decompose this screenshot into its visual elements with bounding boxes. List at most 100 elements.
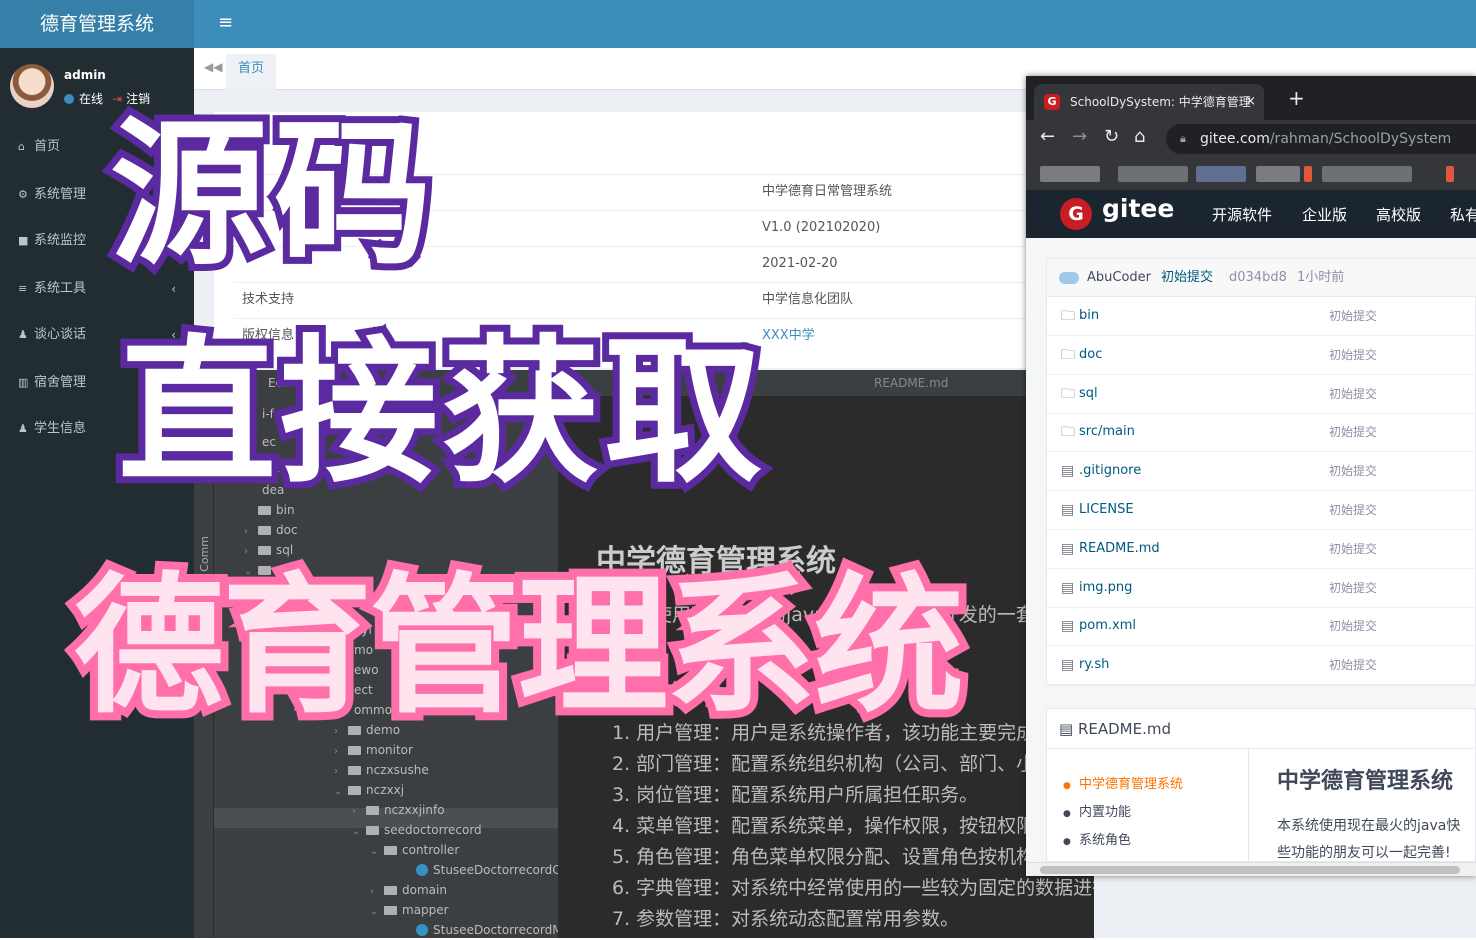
gitee-logo-icon[interactable]: G	[1060, 198, 1092, 230]
file-row[interactable]: 🗀︎ sql 初始提交	[1047, 375, 1476, 414]
browser-tabstrip: G SchoolDySystem: 中学德育管理 × +	[1026, 76, 1476, 120]
nav-education[interactable]: 高校版	[1376, 204, 1421, 225]
online-dot-icon	[64, 94, 74, 104]
nav-opensource[interactable]: 开源软件	[1212, 204, 1272, 225]
file-commit-message[interactable]: 初始提交	[1329, 607, 1377, 645]
tree-node-label: mapper	[402, 903, 449, 917]
commit-hash[interactable]: d034bd8	[1229, 259, 1287, 297]
chevron-icon[interactable]: ⌄	[370, 902, 384, 922]
file-commit-message[interactable]: 初始提交	[1329, 452, 1377, 490]
back-icon[interactable]: ←	[1040, 126, 1055, 147]
tree-node[interactable]: ⌄ controller	[370, 840, 459, 860]
bookmark-item[interactable]	[1322, 166, 1412, 182]
folder-icon	[258, 526, 271, 535]
tree-node[interactable]: ⌄ mapper	[370, 900, 449, 920]
file-commit-message[interactable]: 初始提交	[1329, 569, 1377, 607]
forward-icon[interactable]: →	[1072, 126, 1087, 147]
file-commit-message[interactable]: 初始提交	[1329, 530, 1377, 568]
file-row[interactable]: 🗀︎ src/main 初始提交	[1047, 413, 1476, 453]
sidebar-item-label: 谈心谈话	[34, 327, 87, 342]
chevron-icon[interactable]: ›	[370, 882, 384, 902]
tree-node-label: monitor	[366, 743, 413, 757]
readme-file-title-label: README.md	[1077, 720, 1171, 738]
chevron-icon[interactable]: ›	[334, 742, 348, 762]
reload-icon[interactable]: ↻	[1104, 126, 1119, 147]
file-name-link[interactable]: bin	[1079, 297, 1099, 335]
bookmark-item[interactable]	[1040, 166, 1100, 182]
file-commit-message[interactable]: 初始提交	[1329, 375, 1377, 413]
tree-node[interactable]: ⌄ seedoctorrecord	[352, 820, 482, 840]
readme-feature-item: 3. 岗位管理：配置系统用户所属担任职务。	[612, 784, 979, 806]
horizontal-scrollbar[interactable]	[1026, 862, 1476, 876]
chevron-icon[interactable]: ⌄	[352, 822, 366, 842]
chevron-icon[interactable]: ›	[244, 542, 258, 562]
sidebar-toggle-icon[interactable]: ≡	[218, 12, 233, 33]
tree-node[interactable]: › sql	[244, 540, 293, 560]
nav-private[interactable]: 私有	[1450, 204, 1476, 225]
file-name-link[interactable]: img.png	[1079, 569, 1132, 607]
readme-render-body: 本系统使用现在最火的java快 些功能的朋友可以一起完善!	[1277, 813, 1476, 867]
chevron-icon[interactable]: ⌄	[370, 842, 384, 862]
file-commit-message[interactable]: 初始提交	[1329, 336, 1377, 374]
toc-item[interactable]: ● 系统角色	[1063, 829, 1131, 848]
browser-tab[interactable]: G SchoolDySystem: 中学德育管理 ×	[1034, 84, 1264, 120]
file-name-link[interactable]: sql	[1079, 375, 1098, 413]
folder-icon	[348, 786, 361, 795]
bookmark-item[interactable]	[1304, 166, 1312, 182]
nav-enterprise[interactable]: 企业版	[1302, 204, 1347, 225]
new-tab-icon[interactable]: +	[1288, 86, 1305, 110]
file-name-link[interactable]: pom.xml	[1079, 607, 1136, 645]
file-commit-message[interactable]: 初始提交	[1329, 646, 1377, 684]
file-name-link[interactable]: LICENSE	[1079, 491, 1134, 529]
toc-item[interactable]: ● 中学德育管理系统	[1063, 773, 1183, 792]
chevron-icon[interactable]: ›	[352, 802, 366, 822]
bookmark-item[interactable]	[1256, 166, 1300, 182]
toc-item[interactable]: ● 内置功能	[1063, 801, 1131, 820]
tree-node[interactable]: StuseeDoctorrecordCon	[402, 860, 576, 880]
user-status-label: 在线	[79, 92, 104, 106]
app-logo-title[interactable]: 德育管理系统	[0, 0, 194, 48]
file-row[interactable]: ▤ pom.xml 初始提交	[1047, 607, 1476, 647]
address-bar[interactable]: 🔒︎ gitee.com/rahman/SchoolDySystem	[1166, 124, 1476, 154]
file-row[interactable]: ▤ .gitignore 初始提交	[1047, 452, 1476, 492]
bookmark-item[interactable]	[1196, 166, 1246, 182]
toc-item-label: 系统角色	[1079, 833, 1132, 848]
file-name-link[interactable]: ry.sh	[1079, 646, 1109, 684]
file-row[interactable]: ▤ README.md 初始提交	[1047, 530, 1476, 569]
info-value[interactable]: XXX中学	[762, 319, 815, 353]
file-name-link[interactable]: .gitignore	[1079, 452, 1141, 490]
file-name-link[interactable]: src/main	[1079, 413, 1135, 451]
file-row[interactable]: ▤ img.png 初始提交	[1047, 569, 1476, 608]
file-name-link[interactable]: README.md	[1079, 530, 1160, 568]
sidebar-item-label: 系统管理	[34, 187, 87, 202]
file-row[interactable]: 🗀︎ doc 初始提交	[1047, 336, 1476, 375]
chevron-icon[interactable]: ›	[334, 762, 348, 782]
bookmark-item[interactable]	[1118, 166, 1188, 182]
tab-home[interactable]: 首页	[226, 54, 277, 90]
tree-node[interactable]: › nczxxjinfo	[352, 800, 445, 820]
bookmark-item[interactable]	[1446, 166, 1454, 182]
tree-node[interactable]: › nczxsushe	[334, 760, 429, 780]
file-commit-message[interactable]: 初始提交	[1329, 413, 1377, 451]
file-row[interactable]: ▤ ry.sh 初始提交	[1047, 646, 1476, 686]
file-commit-message[interactable]: 初始提交	[1329, 297, 1377, 335]
file-name-link[interactable]: doc	[1079, 336, 1102, 374]
close-tab-icon[interactable]: ×	[1245, 84, 1256, 120]
chevron-icon[interactable]: ›	[244, 522, 258, 542]
scrollbar-thumb[interactable]	[1040, 866, 1460, 874]
tree-node[interactable]: ⌄ nczxxj	[334, 780, 404, 800]
tree-node[interactable]: › doc	[244, 520, 298, 540]
tree-node[interactable]: › monitor	[334, 740, 413, 760]
tree-node[interactable]: › domain	[370, 880, 447, 900]
home-icon[interactable]: ⌂	[1134, 126, 1145, 147]
chevron-icon[interactable]: ⌄	[334, 782, 348, 802]
file-row[interactable]: 🗀︎ bin 初始提交	[1047, 297, 1476, 336]
file-row[interactable]: ▤ LICENSE 初始提交	[1047, 491, 1476, 530]
file-commit-message[interactable]: 初始提交	[1329, 491, 1377, 529]
tree-node[interactable]: StuseeDoctorrecordMar	[402, 920, 575, 940]
commit-message[interactable]: 初始提交	[1161, 259, 1213, 297]
commit-author[interactable]: AbuCoder	[1087, 259, 1151, 297]
tabs-scroll-left-icon[interactable]: ◀◀	[204, 60, 222, 74]
gitee-brand[interactable]: gitee	[1102, 194, 1174, 223]
overlay-title-source: 源码	[103, 103, 439, 287]
